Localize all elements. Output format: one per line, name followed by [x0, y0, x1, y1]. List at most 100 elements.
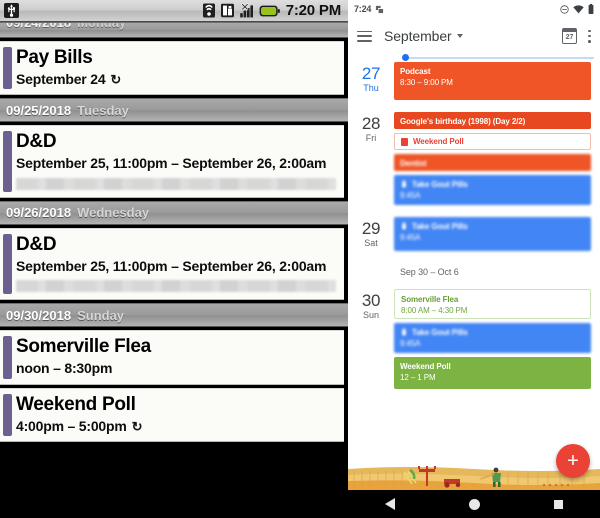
event-chip-weekend-poll-30[interactable]: Weekend Poll 12 – 1 PM: [394, 357, 591, 389]
event-chip-podcast[interactable]: Podcast 8:30 – 9:00 PM: [394, 62, 591, 100]
event-time: noon – 8:30pm: [16, 360, 336, 377]
pill-icon: [401, 180, 407, 188]
event-time: 9:45A: [400, 191, 421, 200]
legacy-clock: 7:20 PM: [285, 2, 341, 19]
appbar-actions: 27: [561, 28, 591, 44]
event-time: September 24 ↻: [16, 71, 336, 88]
redacted-location-bar: [16, 280, 336, 293]
day-header-dow: Monday: [77, 22, 127, 30]
week-range-separator: Sep 30 – Oct 6: [348, 251, 600, 289]
event-chip-redacted-pills-30[interactable]: Take Gout Pills 9:45A: [394, 323, 591, 353]
day-header-date: 09/24/2018: [6, 22, 72, 30]
agenda-event-pay-bills[interactable]: Pay Bills September 24 ↻: [0, 41, 344, 96]
agenda-event-somerville-flea[interactable]: Somerville Flea noon – 8:30pm: [0, 330, 344, 385]
event-title-text: Take Gout Pills: [412, 222, 468, 231]
event-title-text: Take Gout Pills: [412, 180, 468, 189]
day-of-week: Sun: [362, 310, 379, 320]
calendar-icon-day: 27: [565, 34, 574, 42]
schedule-day-29: 29 Sat Take Gout Pills 9:45A: [348, 217, 600, 251]
do-not-disturb-icon: [560, 4, 569, 14]
schedule-list[interactable]: 27 Thu Podcast 8:30 – 9:00 PM 28 Fri Goo…: [348, 62, 600, 484]
day-of-week: Thu: [363, 83, 379, 93]
day-of-week: Sat: [364, 238, 378, 248]
legacy-calendar-pane: 7:20 PM 09/24/2018 Monday Pay Bills Sept…: [0, 0, 348, 518]
hamburger-menu-icon[interactable]: [357, 30, 372, 42]
usb-icon: [4, 3, 19, 18]
agenda-event-weekend-poll[interactable]: Weekend Poll 4:00pm – 5:00pm ↻: [0, 387, 344, 443]
android-status-bar: 7:24: [348, 0, 600, 18]
event-title: D&D: [16, 131, 57, 153]
back-icon[interactable]: [385, 498, 395, 510]
day-header-dow: Tuesday: [77, 102, 129, 118]
status-bar-left: 7:24: [354, 4, 384, 14]
battery-icon: [588, 4, 594, 14]
event-time: 8:00 AM – 4:30 PM: [401, 306, 468, 315]
event-chip-redacted-pills-29[interactable]: Take Gout Pills 9:45A: [394, 217, 591, 251]
week-range-label: Sep 30 – Oct 6: [400, 267, 459, 277]
google-calendar-appbar: September 27: [348, 18, 600, 54]
day-of-week: Fri: [365, 133, 377, 143]
event-title: Somerville Flea: [401, 295, 459, 304]
redacted-location-bar: [16, 177, 336, 190]
recurring-icon: ↻: [110, 71, 122, 87]
event-title: Dentist: [400, 159, 427, 168]
wifi-icon: [573, 4, 584, 13]
legacy-agenda-list[interactable]: 09/24/2018 Monday Pay Bills September 24…: [0, 22, 348, 518]
day-header-09-30: 09/30/2018 Sunday: [0, 303, 348, 328]
event-chip-redacted-pills-28[interactable]: Take Gout Pills 9:45A: [394, 175, 591, 205]
event-title: D&D: [16, 233, 57, 255]
agenda-event-dnd-26[interactable]: D&D September 25, 11:00pm – September 26…: [0, 227, 344, 301]
day-number: 30: [361, 291, 381, 310]
day-events: Podcast 8:30 – 9:00 PM: [394, 62, 591, 100]
event-title: Podcast: [400, 67, 431, 76]
event-chip-redacted-dentist[interactable]: Dentist: [394, 154, 591, 171]
event-chip-google-birthday[interactable]: Google's birthday (1998) (Day 2/2): [394, 112, 591, 129]
pill-icon: [401, 328, 407, 336]
event-title: Weekend Poll: [16, 393, 136, 415]
event-chip-somerville-flea[interactable]: Somerville Flea 8:00 AM – 4:30 PM: [394, 289, 591, 319]
pill-icon: [401, 222, 407, 230]
status-bar-right-icons: 7:20 PM: [202, 2, 344, 19]
status-bar-left-icons: [4, 3, 19, 18]
plus-icon: +: [567, 450, 579, 472]
chevron-down-icon: [456, 34, 463, 38]
recents-icon[interactable]: [554, 499, 563, 509]
day-number-block: 29 Sat: [348, 217, 394, 251]
event-time: 8:30 – 9:00 PM: [400, 78, 453, 87]
screenshot-root: 7:20 PM 09/24/2018 Monday Pay Bills Sept…: [0, 0, 600, 518]
event-title: Weekend Poll: [400, 362, 451, 371]
day-number-block: 30 Sun: [348, 289, 394, 389]
calendar-today-icon[interactable]: 27: [561, 28, 578, 44]
day-events: Somerville Flea 8:00 AM – 4:30 PM Take G…: [394, 289, 591, 389]
event-title: Google's birthday (1998) (Day 2/2): [400, 117, 526, 126]
day-events: Take Gout Pills 9:45A: [394, 217, 591, 251]
event-time: 4:00pm – 5:00pm ↻: [16, 418, 336, 435]
google-calendar-pane: 7:24 September 27 27 Thu Podcast 8:30 – …: [348, 0, 600, 518]
event-title: Somerville Flea: [16, 336, 151, 358]
month-selector[interactable]: September: [384, 28, 463, 44]
home-icon[interactable]: [469, 498, 480, 510]
sync-download-icon: [202, 3, 215, 18]
event-chip-weekend-poll-task[interactable]: Weekend Poll: [394, 133, 591, 150]
today-line: [406, 57, 594, 59]
legacy-status-bar: 7:20 PM: [0, 0, 348, 22]
screen-cast-icon: [376, 5, 384, 13]
day-number: 29: [361, 219, 381, 238]
overflow-menu-icon[interactable]: [588, 29, 591, 43]
month-label: September: [384, 28, 452, 44]
signal-bars-no-service-icon: [239, 3, 253, 18]
agenda-event-dnd-25[interactable]: D&D September 25, 11:00pm – September 26…: [0, 125, 344, 198]
schedule-day-27: 27 Thu Podcast 8:30 – 9:00 PM: [348, 62, 600, 100]
android-clock: 7:24: [354, 4, 372, 14]
event-time: September 25, 11:00pm – September 26, 2:…: [16, 258, 336, 275]
event-title-text: Take Gout Pills: [412, 328, 468, 337]
event-time-text: September 24: [16, 70, 106, 87]
day-header-dow: Sunday: [77, 307, 125, 323]
create-event-fab[interactable]: +: [556, 444, 590, 478]
task-square-icon: [401, 137, 408, 146]
schedule-day-28: 28 Fri Google's birthday (1998) (Day 2/2…: [348, 112, 600, 205]
android-navigation-bar: [348, 490, 600, 518]
recurring-icon: ↻: [131, 418, 143, 434]
